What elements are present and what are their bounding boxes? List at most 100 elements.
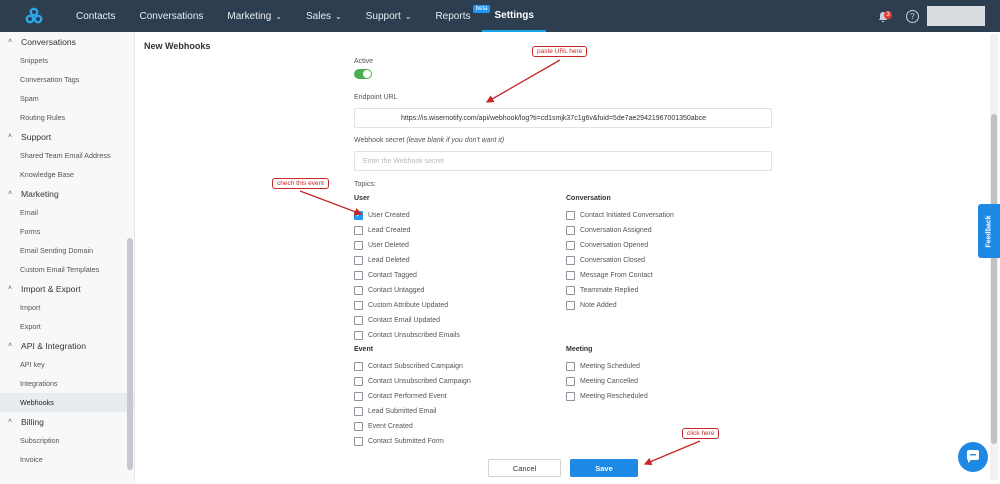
checkbox[interactable] — [566, 376, 575, 386]
topic-conversation-opened[interactable]: Conversation Opened — [566, 239, 648, 251]
topic-conversation-assigned[interactable]: Conversation Assigned — [566, 224, 652, 236]
checkbox[interactable] — [566, 270, 575, 280]
sidebar-item-snippets[interactable]: Snippets — [0, 51, 134, 70]
topic-contact-tagged[interactable]: Contact Tagged — [354, 269, 417, 281]
checkbox[interactable] — [354, 406, 363, 416]
sidebar-item-forms[interactable]: Forms — [0, 222, 134, 241]
checkbox[interactable] — [354, 361, 363, 371]
topic-contact-performed-event[interactable]: Contact Performed Event — [354, 390, 447, 402]
sidebar-item-webhooks[interactable]: Webhooks — [0, 393, 134, 412]
topic-contact-email-updated[interactable]: Contact Email Updated — [354, 315, 440, 327]
sidebar-section-billing[interactable]: ˄ Billing — [0, 412, 134, 431]
checkbox[interactable]: ✓ — [354, 210, 363, 220]
topic-contact-untagged[interactable]: Contact Untagged — [354, 285, 424, 297]
checkbox[interactable] — [566, 210, 575, 220]
topic-lead-deleted[interactable]: Lead Deleted — [354, 254, 410, 266]
checkbox[interactable] — [566, 361, 575, 371]
topic-contact-submitted-form[interactable]: Contact Submitted Form — [354, 436, 444, 448]
checkbox[interactable] — [354, 240, 363, 250]
webhook-secret-input[interactable]: Enter the Webhook secret — [354, 151, 772, 171]
topic-note-added[interactable]: Note Added — [566, 300, 617, 312]
topic-meeting-scheduled[interactable]: Meeting Scheduled — [566, 360, 640, 372]
checkbox[interactable] — [566, 240, 575, 250]
nav-item-conversations[interactable]: Conversations — [127, 0, 215, 32]
sidebar-section-support[interactable]: ˄ Support — [0, 127, 134, 146]
sidebar-section-conversations[interactable]: ˄ Conversations — [0, 32, 134, 51]
app-logo-icon[interactable] — [18, 0, 50, 32]
chat-launcher-button[interactable] — [958, 442, 988, 472]
topic-message-from-contact[interactable]: Message From Contact — [566, 269, 653, 281]
sidebar-item-export[interactable]: Export — [0, 317, 134, 336]
checkbox[interactable] — [354, 391, 363, 401]
sidebar-section-api-integration[interactable]: ˄ API & Integration — [0, 336, 134, 355]
sidebar-item-knowledge-base[interactable]: Knowledge Base — [0, 165, 134, 184]
sidebar-item-email-sending-domain[interactable]: Email Sending Domain — [0, 241, 134, 260]
checkbox[interactable] — [354, 301, 363, 311]
sidebar-item-routing-rules[interactable]: Routing Rules — [0, 108, 134, 127]
checkbox-label: Contact Unsubscribed Emails — [368, 332, 460, 340]
checkbox[interactable] — [354, 421, 363, 431]
sidebar-item-invoice[interactable]: Invoice — [0, 450, 134, 469]
nav-item-marketing[interactable]: Marketing ⌄ — [215, 0, 294, 32]
user-account-menu[interactable] — [927, 6, 985, 26]
sidebar-item-api-key[interactable]: API key — [0, 355, 134, 374]
checkbox[interactable] — [566, 225, 575, 235]
topic-user-created[interactable]: ✓ User Created — [354, 209, 410, 221]
check-event-callout: chech this event — [272, 178, 329, 189]
sidebar-item-custom-email-templates[interactable]: Custom Email Templates — [0, 260, 134, 279]
page-scrollbar-thumb[interactable] — [991, 114, 997, 444]
topic-meeting-cancelled[interactable]: Meeting Cancelled — [566, 375, 638, 387]
checkbox[interactable] — [566, 391, 575, 401]
topic-contact-initiated-conversation[interactable]: Contact Initiated Conversation — [566, 209, 674, 221]
checkbox[interactable] — [354, 331, 363, 341]
sidebar-item-shared-team-email-address[interactable]: Shared Team Email Address — [0, 146, 134, 165]
checkbox[interactable] — [354, 286, 363, 295]
notifications-bell-icon[interactable]: 3 — [876, 7, 894, 25]
checkbox[interactable] — [354, 376, 363, 386]
sidebar-section-import-export[interactable]: ˄ Import & Export — [0, 279, 134, 298]
checkbox[interactable] — [566, 301, 575, 311]
active-toggle[interactable] — [354, 69, 372, 79]
checkbox[interactable] — [354, 225, 363, 235]
topic-contact-unsubscribed-campaign[interactable]: Contact Unsubscribed Campaign — [354, 375, 471, 387]
sidebar-item-subscription[interactable]: Subscription — [0, 431, 134, 450]
feedback-tab[interactable]: Feedback — [978, 204, 1000, 258]
topic-lead-submitted-email[interactable]: Lead Submitted Email — [354, 405, 436, 417]
topic-contact-subscribed-campaign[interactable]: Contact Subscribed Campaign — [354, 360, 463, 372]
checkbox-label: Message From Contact — [580, 271, 653, 279]
nav-item-support[interactable]: Support ⌄ — [354, 0, 424, 32]
topic-meeting-rescheduled[interactable]: Meeting Rescheduled — [566, 390, 648, 402]
nav-item-label: Conversations — [139, 10, 204, 22]
checkbox[interactable] — [566, 286, 575, 295]
topic-teammate-replied[interactable]: Teammate Replied — [566, 285, 638, 297]
checkbox[interactable] — [354, 255, 363, 265]
sidebar-item-integrations[interactable]: Integrations — [0, 374, 134, 393]
checkbox[interactable] — [354, 316, 363, 326]
nav-item-settings[interactable]: Settings — [482, 0, 546, 32]
topic-lead-created[interactable]: Lead Created — [354, 224, 410, 236]
topic-event-created[interactable]: Event Created — [354, 420, 413, 432]
checkbox-label: Contact Tagged — [368, 271, 417, 279]
sidebar-item-email[interactable]: Email — [0, 203, 134, 222]
topic-custom-attribute-updated[interactable]: Custom Attribute Updated — [354, 300, 448, 312]
help-icon[interactable]: ? — [906, 9, 919, 23]
topic-conversation-closed[interactable]: Conversation Closed — [566, 254, 645, 266]
endpoint-url-input[interactable]: https://is.wisernotify.com/api/webhook/l… — [354, 108, 772, 128]
sidebar-item-import[interactable]: Import — [0, 298, 134, 317]
checkbox[interactable] — [354, 270, 363, 280]
sidebar-section-marketing[interactable]: ˄ Marketing — [0, 184, 134, 203]
topic-contact-unsubscribed-emails[interactable]: Contact Unsubscribed Emails — [354, 330, 460, 342]
nav-item-reports[interactable]: Reports beta — [423, 0, 491, 32]
checkbox[interactable] — [566, 255, 575, 265]
cancel-button[interactable]: Cancel — [488, 459, 561, 477]
endpoint-url-label: Endpoint URL — [354, 94, 398, 101]
sidebar-scrollbar[interactable] — [127, 238, 133, 470]
nav-item-sales[interactable]: Sales ⌄ — [294, 0, 354, 32]
nav-item-contacts[interactable]: Contacts — [64, 0, 127, 32]
topic-user-deleted[interactable]: User Deleted — [354, 239, 409, 251]
checkbox[interactable] — [354, 437, 363, 446]
checkbox-label: Contact Submitted Form — [368, 438, 444, 445]
save-button[interactable]: Save — [570, 459, 638, 477]
sidebar-item-spam[interactable]: Spam — [0, 89, 134, 108]
sidebar-item-conversation-tags[interactable]: Conversation Tags — [0, 70, 134, 89]
